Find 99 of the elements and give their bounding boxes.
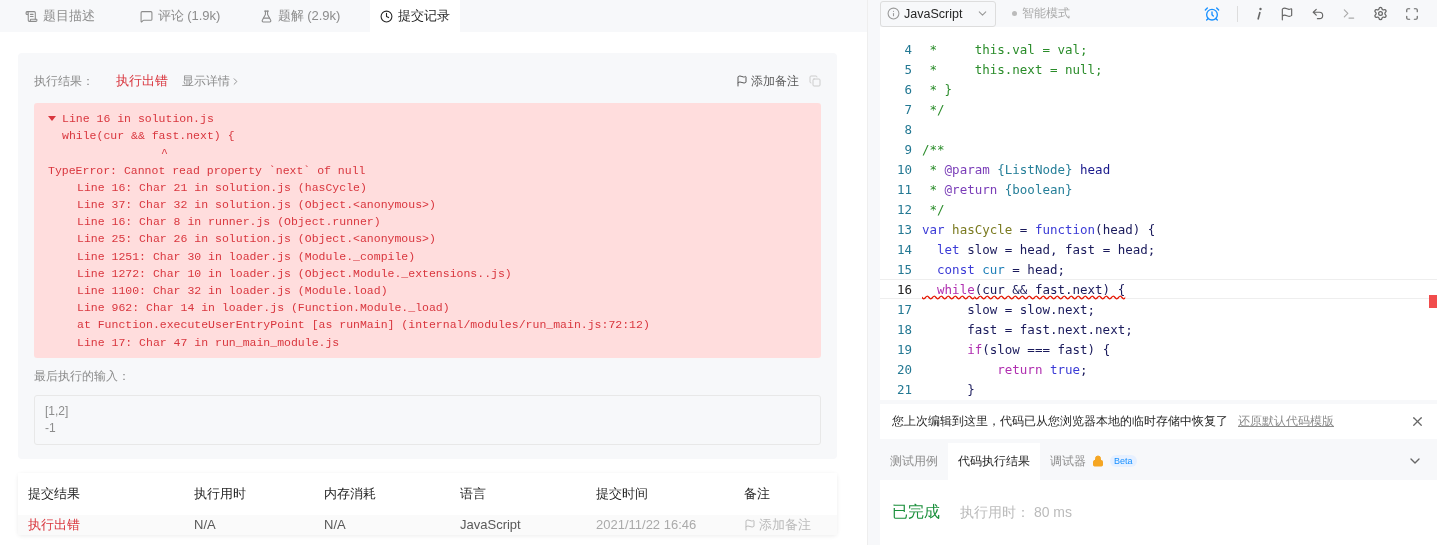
line-number: 13 <box>895 221 913 237</box>
code-line: * @param {ListNode} head <box>928 161 1111 177</box>
code-line: if(slow === fast) { <box>966 341 1111 357</box>
error-line: Line 1251: Char 30 in loader.js (Module._compile) <box>77 248 416 265</box>
error-line: Line 25: Char 26 in solution.js (Object.<anonymous>) <box>77 231 436 248</box>
error-line: while(cur && fast.next) { <box>62 128 235 145</box>
tab[interactable]: 调试器 Beta <box>1040 442 1147 480</box>
line-number: 6 <box>903 81 913 97</box>
tab[interactable]: 提交记录 <box>370 0 460 32</box>
code-editor[interactable] <box>880 27 1437 400</box>
code-line: while(cur && fast.next) { <box>936 281 1126 297</box>
document-icon <box>25 9 38 23</box>
error-line: Line 1272: Char 10 in loader.js (Object.Module._extensions..js) <box>77 265 512 282</box>
tab[interactable]: 题解 (2.9k) <box>240 0 360 32</box>
line-number: 15 <box>895 261 913 277</box>
error-line: TypeError: Cannot read property `next` of null <box>48 162 366 179</box>
tab[interactable]: 题目描述 <box>0 0 120 32</box>
line-number: 10 <box>895 161 913 177</box>
line-number: 14 <box>895 241 913 257</box>
settings-icon[interactable] <box>1373 6 1388 22</box>
error-line: ^ <box>161 145 168 162</box>
error-line: Line 17: Char 47 in run_main_module.js <box>77 334 340 351</box>
line-number: 12 <box>895 201 913 217</box>
flag-icon[interactable] <box>1280 6 1294 21</box>
line-number: 19 <box>895 341 913 357</box>
input-line: [1,2] <box>45 402 70 420</box>
line-number: 11 <box>895 181 913 197</box>
restore-notice: 您上次编辑到这里，代码已从您浏览器本地的临时存储中恢复了 <box>892 412 1228 430</box>
flask-icon <box>259 9 273 23</box>
line-number: 5 <box>903 61 913 77</box>
flag-icon <box>744 518 756 531</box>
code-line: /** <box>922 141 945 157</box>
fullscreen-icon[interactable] <box>1405 6 1419 21</box>
flag-icon <box>736 75 748 87</box>
code-line: fast = fast.next.next; <box>966 321 1133 337</box>
table-cell-text: JavaScript <box>460 517 522 533</box>
info-icon <box>887 7 900 21</box>
code-line: * } <box>928 81 953 97</box>
input-line: -1 <box>45 419 57 437</box>
result-status: 执行出错 <box>116 72 168 90</box>
error-line: Line 16: Char 8 in runner.js (Object.runner) <box>77 214 381 231</box>
code-line: } <box>966 381 975 397</box>
restore-default-link[interactable]: 还原默认代码模版 <box>1238 412 1334 430</box>
tab[interactable]: 代码执行结果 <box>948 442 1040 480</box>
smart-mode-toggle[interactable]: 智能模式 <box>1012 5 1070 23</box>
line-number: 20 <box>895 361 913 377</box>
line-number: 9 <box>903 141 913 157</box>
error-line: Line 16 in solution.js <box>62 111 214 127</box>
code-line: return true; <box>996 361 1088 377</box>
language-select[interactable]: JavaScript <box>880 0 996 27</box>
run-time: 执行用时： 80 ms <box>960 504 1072 522</box>
alarm-clock-icon[interactable] <box>1204 5 1220 22</box>
line-number: 18 <box>895 321 913 337</box>
column-header: 提交结果 <box>28 484 81 503</box>
last-input-label: 最后执行的输入： <box>34 367 131 385</box>
beta-badge: Beta <box>1110 455 1137 468</box>
clock-icon <box>380 9 393 23</box>
error-line: Line 962: Char 14 in loader.js (Function.Module._load) <box>77 300 450 317</box>
code-line: * this.next = null; <box>928 61 1103 77</box>
add-note-button[interactable]: 添加备注 <box>736 72 799 90</box>
code-line: let slow = head, fast = head; <box>936 241 1156 257</box>
column-header: 语言 <box>460 484 487 503</box>
run-status: 已完成 <box>892 502 940 522</box>
line-number: 4 <box>903 41 913 57</box>
code-line: var hasCycle = function(head) { <box>922 221 1156 237</box>
comment-icon <box>139 9 153 23</box>
lock-icon <box>1092 455 1104 468</box>
details-link[interactable]: 显示详情 <box>182 72 241 90</box>
error-marker <box>1429 295 1437 309</box>
code-line: */ <box>928 101 945 117</box>
error-line: Line 16: Char 21 in solution.js (hasCycle) <box>77 179 367 196</box>
line-number: 16 <box>895 281 913 297</box>
result-label: 执行结果： <box>34 72 94 90</box>
error-line: at Function.executeUserEntryPoint [as runMain] (internal/modules/run_main.js:72:12) <box>77 317 650 334</box>
code-line: const cur = head; <box>936 261 1065 277</box>
undo-icon[interactable] <box>1311 6 1325 21</box>
table-cell-text: N/A <box>194 517 217 533</box>
code-line: * this.val = val; <box>928 41 1088 57</box>
tab[interactable]: 评论 (1.9k) <box>120 0 240 32</box>
code-line: * @return {boolean} <box>928 181 1073 197</box>
column-header: 内存消耗 <box>324 484 377 503</box>
code-line: */ <box>928 201 945 217</box>
line-number: 17 <box>895 301 913 317</box>
column-header: 执行用时 <box>194 484 247 503</box>
line-number: 21 <box>895 381 913 397</box>
line-number: 7 <box>903 101 913 117</box>
line-number: 8 <box>903 121 913 137</box>
italic-i-icon[interactable] <box>1255 6 1263 21</box>
column-header: 提交时间 <box>596 484 649 503</box>
tab[interactable]: 测试用例 <box>880 442 948 480</box>
table-cell-text: N/A <box>324 517 347 533</box>
code-line: slow = slow.next; <box>966 301 1096 317</box>
error-line: Line 37: Char 32 in solution.js (Object.<anonymous>) <box>77 197 436 213</box>
table-cell-text: 2021/11/22 16:46 <box>596 517 698 533</box>
collapse-caret-icon[interactable] <box>48 116 56 122</box>
column-header: 备注 <box>744 484 771 503</box>
add-note-link[interactable]: 添加备注 <box>744 515 827 534</box>
error-line: Line 1100: Char 32 in loader.js (Module.load) <box>77 283 388 300</box>
table-cell[interactable]: 执行出错 <box>28 515 194 534</box>
